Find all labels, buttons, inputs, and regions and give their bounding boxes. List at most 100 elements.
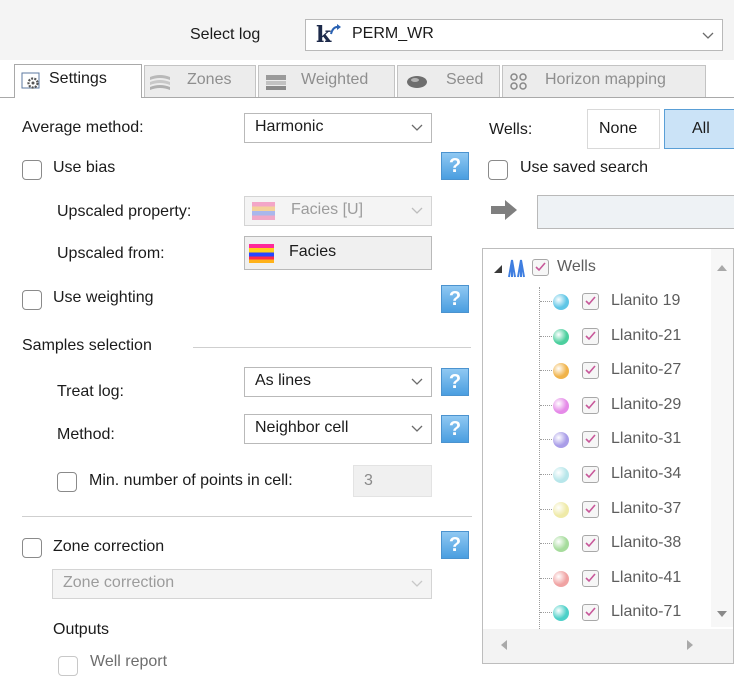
well-checkbox[interactable] xyxy=(582,327,599,345)
well-marker-icon xyxy=(553,363,569,380)
log-select[interactable]: k PERM_WR xyxy=(305,19,723,51)
well-tree-item[interactable]: Llanito-21 xyxy=(483,320,709,354)
wells-all-button[interactable]: All xyxy=(664,109,734,149)
well-tree-item[interactable]: Llanito-34 xyxy=(483,458,709,492)
tree-connector xyxy=(540,612,554,614)
well-checkbox[interactable] xyxy=(582,604,599,622)
use-weighting-help-button[interactable]: ? xyxy=(441,285,469,313)
tree-connector xyxy=(540,404,554,406)
tab-weighted[interactable]: Weighted xyxy=(258,65,395,97)
min-points-value: 3 xyxy=(364,472,373,489)
tab-weighted-label: Weighted xyxy=(301,71,369,88)
well-checkbox[interactable] xyxy=(582,500,599,518)
average-method-select[interactable]: Harmonic xyxy=(244,113,432,143)
wells-tree[interactable]: Wells Llanito 19 Llanito-21 Llanito-27 Llan… xyxy=(482,248,734,664)
tree-connector xyxy=(540,301,554,302)
average-method-label: Average method: xyxy=(22,119,144,136)
tab-zones[interactable]: Zones xyxy=(144,65,256,97)
well-checkbox[interactable] xyxy=(582,569,599,587)
well-tree-item[interactable]: Llanito-38 xyxy=(483,527,709,561)
zone-correction-checkbox[interactable] xyxy=(22,538,42,558)
well-tree-item[interactable]: Llanito-71 xyxy=(483,596,709,630)
upscaled-property-select[interactable]: Facies [U] xyxy=(244,196,432,226)
scroll-down-icon[interactable] xyxy=(717,611,727,617)
method-select[interactable]: Neighbor cell xyxy=(244,414,432,444)
tab-seed[interactable]: Seed xyxy=(397,65,500,97)
tree-root-checkbox[interactable] xyxy=(532,259,549,276)
tab-horizon-mapping-label: Horizon mapping xyxy=(545,71,666,88)
samples-selection-label: Samples selection xyxy=(22,337,152,354)
tree-root-wells[interactable]: Wells xyxy=(483,251,713,285)
use-saved-search-checkbox[interactable] xyxy=(488,160,508,180)
vertical-scrollbar[interactable] xyxy=(711,249,733,627)
facies-icon xyxy=(249,244,274,263)
arrow-right-icon[interactable] xyxy=(489,197,519,223)
chevron-down-icon xyxy=(411,378,423,385)
scroll-right-icon[interactable] xyxy=(687,640,693,650)
well-name: Llanito-31 xyxy=(611,430,682,448)
well-name: Llanito-38 xyxy=(611,534,682,552)
well-checkbox[interactable] xyxy=(582,431,599,449)
wells-all-label: All xyxy=(692,120,710,137)
well-tree-item[interactable]: Llanito-37 xyxy=(483,493,709,527)
zone-correction-select-value: Zone correction xyxy=(63,574,175,591)
facies-property-icon xyxy=(252,202,275,220)
tab-horizon-mapping[interactable]: Horizon mapping xyxy=(502,65,706,97)
tree-connector xyxy=(540,577,554,579)
well-checkbox[interactable] xyxy=(582,293,599,310)
tab-zones-label: Zones xyxy=(187,71,232,88)
saved-search-input[interactable] xyxy=(537,195,734,229)
seed-icon xyxy=(407,76,427,88)
well-tree-item[interactable]: Llanito 19 xyxy=(483,285,709,319)
expand-triangle-icon[interactable] xyxy=(494,265,503,274)
well-tree-item[interactable]: Llanito-27 xyxy=(483,354,709,388)
well-tree-item[interactable]: Llanito-29 xyxy=(483,389,709,423)
average-method-value: Harmonic xyxy=(255,118,324,135)
scroll-up-icon[interactable] xyxy=(717,265,727,271)
well-marker-icon xyxy=(553,397,569,414)
well-checkbox[interactable] xyxy=(582,362,599,380)
chevron-down-icon xyxy=(411,124,423,131)
well-marker-icon xyxy=(553,570,569,587)
min-points-input[interactable]: 3 xyxy=(353,465,432,497)
well-checkbox[interactable] xyxy=(582,466,599,483)
tree-connector xyxy=(540,370,554,372)
use-bias-checkbox[interactable] xyxy=(22,160,42,180)
well-report-checkbox[interactable] xyxy=(58,656,78,676)
well-name: Llanito-21 xyxy=(611,326,682,344)
well-marker-icon xyxy=(553,328,569,345)
horizon-mapping-icon xyxy=(510,73,527,90)
well-tree-item[interactable]: Llanito-31 xyxy=(483,423,709,457)
treat-log-select[interactable]: As lines xyxy=(244,367,432,397)
horizontal-scrollbar[interactable] xyxy=(483,629,733,663)
use-weighting-checkbox[interactable] xyxy=(22,290,42,310)
treat-log-help-button[interactable]: ? xyxy=(441,368,469,396)
min-points-label: Min. number of points in cell: xyxy=(89,472,293,489)
wells-folder-icon xyxy=(508,259,525,278)
method-help-button[interactable]: ? xyxy=(441,415,469,443)
k-log-arrow-icon xyxy=(330,24,341,35)
well-checkbox[interactable] xyxy=(582,396,599,414)
use-bias-help-button[interactable]: ? xyxy=(441,152,469,180)
method-value: Neighbor cell xyxy=(255,419,349,436)
well-name: Llanito-37 xyxy=(611,499,682,517)
tab-settings[interactable]: Settings xyxy=(14,64,142,98)
zone-correction-select[interactable]: Zone correction xyxy=(52,569,432,599)
tree-connector xyxy=(540,474,554,475)
well-checkbox[interactable] xyxy=(582,535,599,553)
settings-gear-icon xyxy=(21,72,40,89)
tree-connector xyxy=(540,543,554,545)
zone-correction-help-button[interactable]: ? xyxy=(441,531,469,559)
well-marker-icon xyxy=(553,294,569,310)
well-name: Llanito-27 xyxy=(611,361,682,379)
well-marker-icon xyxy=(553,501,569,518)
use-bias-label: Use bias xyxy=(53,159,116,176)
tree-connector xyxy=(540,335,554,337)
scroll-left-icon[interactable] xyxy=(501,640,507,650)
use-weighting-label: Use weighting xyxy=(53,289,154,306)
min-points-checkbox[interactable] xyxy=(57,472,77,492)
wells-none-button[interactable]: None xyxy=(587,109,660,149)
treat-log-label: Treat log: xyxy=(57,383,124,400)
well-tree-item[interactable]: Llanito-41 xyxy=(483,562,709,596)
chevron-down-icon xyxy=(411,207,423,214)
